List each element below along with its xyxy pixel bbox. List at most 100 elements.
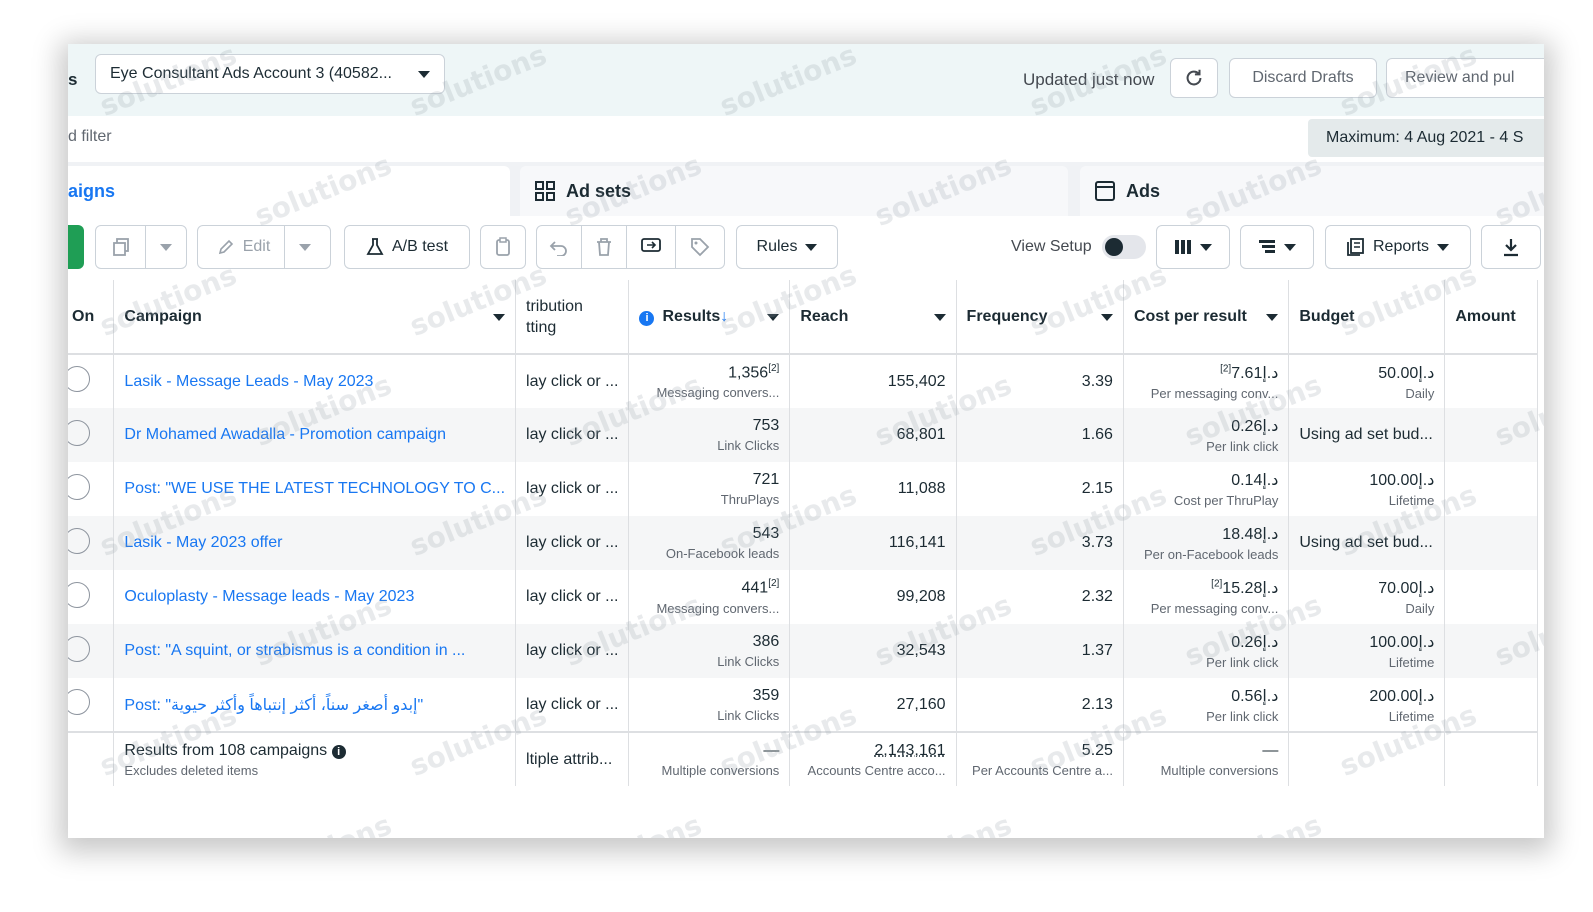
attribution-value: lay click or ... [526, 642, 619, 659]
budget-value: Using ad set bud... [1299, 534, 1433, 551]
toggle-switch[interactable] [68, 635, 90, 662]
preview-button[interactable] [626, 225, 676, 269]
column-header-frequency[interactable]: Frequency [956, 280, 1124, 355]
frequency-value: 2.32 [1081, 588, 1113, 605]
campaign-name-link[interactable]: Post: "WE USE THE LATEST TECHNOLOGY TO C… [124, 480, 505, 497]
account-dropdown[interactable]: Eye Consultant Ads Account 3 (40582... [95, 54, 445, 94]
table-row[interactable]: Oculoplasty - Message leads - May 2023 la… [68, 570, 1538, 624]
create-button[interactable] [68, 225, 84, 269]
campaign-name-link[interactable]: Post: "A squint, or strabismus is a cond… [124, 642, 465, 659]
frequency-value: 3.39 [1081, 372, 1113, 390]
undo-button[interactable] [536, 225, 582, 269]
info-icon: i [639, 310, 655, 326]
frequency-cell: 2.15 [956, 462, 1124, 516]
chevron-down-icon [767, 314, 780, 321]
rules-button[interactable]: Rules [736, 225, 838, 269]
cost-value: د.إ0.56 [1231, 687, 1279, 705]
on-cell [68, 408, 115, 462]
budget-cell: Using ad set bud... [1288, 516, 1446, 570]
column-header-budget[interactable]: Budget [1288, 280, 1446, 355]
reports-button[interactable]: Reports [1325, 225, 1471, 269]
ab-test-button[interactable]: A/B test [344, 225, 470, 269]
reach-cell: 11,088 [789, 462, 957, 516]
toggle-switch[interactable] [68, 581, 90, 608]
toggle-switch[interactable] [68, 419, 90, 446]
reach-cell: 32,543 [789, 624, 957, 678]
campaign-name-link[interactable]: Lasik - Message Leads - May 2023 [124, 373, 373, 390]
table-row[interactable]: Lasik - May 2023 offer lay click or ... 54… [68, 516, 1538, 570]
footer-results-sub: Multiple conversions [661, 762, 780, 778]
toggle-switch[interactable] [68, 473, 90, 500]
date-range-picker[interactable]: Maximum: 4 Aug 2021 - 4 S [1308, 119, 1544, 157]
results-cell: 721 ThruPlays [628, 462, 791, 516]
review-publish-button[interactable]: Review and pul [1386, 58, 1544, 98]
cost-subtext: Per messaging conv... [1150, 385, 1279, 401]
results-cell: 543 On-Facebook leads [628, 516, 791, 570]
edit-button[interactable]: Edit [197, 225, 331, 269]
budget-subtext: Lifetime [1388, 655, 1435, 670]
cost-cell: د.إ0.26 Per link click [1123, 408, 1290, 462]
budget-cell: د.إ70.00 Daily [1288, 570, 1446, 624]
column-header-on[interactable]: On [68, 280, 115, 355]
view-setup-toggle[interactable] [1102, 235, 1146, 259]
attribution-cell: lay click or ... [515, 408, 630, 462]
cost-cell: د.إ0.14 Cost per ThruPlay [1123, 462, 1290, 516]
campaign-name-link[interactable]: Post: "إبدو أصغر سناً، أكثر إنتباهاً وأك… [124, 697, 423, 714]
column-header-cost-per-result[interactable]: Cost per result [1123, 280, 1290, 355]
clipboard-icon [496, 237, 510, 256]
results-cell: 359 Link Clicks [628, 678, 791, 732]
download-icon [1504, 239, 1518, 257]
filter-placeholder[interactable]: d filter [68, 128, 112, 146]
discard-drafts-button[interactable]: Discard Drafts [1229, 58, 1377, 98]
cost-value: د.إ7.61 [1231, 364, 1279, 382]
campaign-name-link[interactable]: Lasik - May 2023 offer [124, 534, 282, 551]
results-subtext: ThruPlays [720, 492, 780, 507]
toggle-switch[interactable] [68, 527, 90, 554]
refresh-button[interactable] [1170, 58, 1218, 98]
table-row[interactable]: Dr Mohamed Awadalla - Promotion campaign… [68, 408, 1538, 462]
cost-subtext: Per link click [1206, 439, 1279, 454]
results-value: 1,356 [728, 364, 769, 382]
duplicate-button[interactable] [95, 225, 187, 269]
budget-subtext: Daily [1405, 601, 1435, 616]
export-button[interactable] [1481, 225, 1541, 269]
budget-subtext: Daily [1405, 385, 1435, 401]
attribution-value: lay click or ... [526, 426, 619, 443]
columns-button[interactable] [1156, 225, 1230, 269]
clipboard-button[interactable] [480, 225, 526, 269]
ab-test-label: A/B test [391, 238, 449, 255]
attribution-value: lay click or ... [526, 695, 619, 713]
reach-value: 116,141 [888, 534, 946, 551]
table-row[interactable]: Lasik - Message Leads - May 2023 lay clic… [68, 354, 1538, 408]
breakdown-button[interactable] [1240, 225, 1314, 269]
toggle-switch[interactable] [68, 689, 90, 715]
cost-value: د.إ15.28 [1222, 580, 1279, 597]
results-subtext: Link Clicks [717, 654, 780, 669]
budget-cell: Using ad set bud... [1288, 408, 1446, 462]
column-header-attribution[interactable]: tribution tting [515, 280, 630, 355]
tab-campaigns[interactable]: aigns [68, 166, 510, 216]
column-header-results[interactable]: i Results↓ [628, 280, 791, 355]
budget-cell: د.إ200.00 Lifetime [1288, 678, 1446, 732]
tab-ad-sets[interactable]: Ad sets [520, 166, 1068, 216]
tab-ads[interactable]: Ads [1080, 166, 1544, 216]
reach-value: 27,160 [896, 695, 946, 713]
campaign-name-link[interactable]: Dr Mohamed Awadalla - Promotion campaign [124, 426, 446, 443]
undo-icon [549, 241, 567, 256]
reports-icon [1347, 238, 1364, 256]
delete-button[interactable] [581, 225, 627, 269]
tag-button[interactable] [675, 225, 725, 269]
frequency-cell: 2.13 [956, 678, 1124, 732]
table-row[interactable]: Post: "A squint, or strabismus is a cond… [68, 624, 1538, 678]
info-icon[interactable]: i [331, 744, 346, 759]
column-reach-label: Reach [800, 307, 849, 325]
column-header-reach[interactable]: Reach [789, 280, 957, 355]
toggle-switch[interactable] [68, 366, 90, 392]
table-row[interactable]: Post: "WE USE THE LATEST TECHNOLOGY TO C… [68, 462, 1538, 516]
attribution-value: lay click or ... [526, 372, 619, 390]
column-header-campaign[interactable]: Campaign [113, 280, 517, 355]
breakdown-icon [1259, 240, 1275, 253]
table-row[interactable]: Post: "إبدو أصغر سناً، أكثر إنتباهاً وأك… [68, 678, 1538, 732]
campaign-name-link[interactable]: Oculoplasty - Message leads - May 2023 [124, 588, 414, 605]
column-header-amount[interactable]: Amount [1444, 280, 1538, 355]
